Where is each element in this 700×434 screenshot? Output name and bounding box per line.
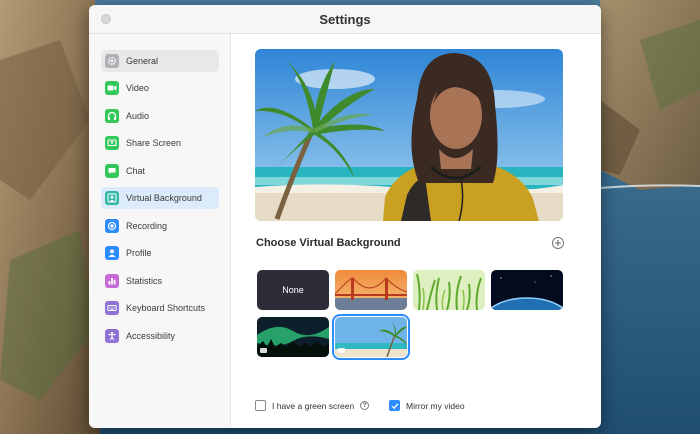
sidebar-item-chat[interactable]: Chat	[101, 160, 219, 182]
sidebar-item-label: Statistics	[126, 276, 163, 286]
background-golden-gate[interactable]	[335, 270, 407, 310]
green-screen-label: I have a green screen	[272, 400, 355, 411]
sidebar-item-keyboard-shortcuts[interactable]: Keyboard Shortcuts	[101, 297, 219, 319]
keyboard-icon	[105, 301, 119, 315]
green-screen-checkbox[interactable]: I have a green screen ?	[255, 400, 370, 411]
sidebar-item-accessibility[interactable]: Accessibility	[101, 325, 219, 347]
background-aurora[interactable]	[257, 317, 329, 357]
sidebar-item-profile[interactable]: Profile	[101, 242, 219, 264]
mirror-video-checkbox[interactable]: Mirror my video	[389, 400, 465, 411]
accessibility-icon	[105, 329, 119, 343]
background-grass[interactable]	[413, 270, 485, 310]
mirror-video-label: Mirror my video	[406, 400, 465, 411]
record-icon	[105, 219, 119, 233]
sidebar-item-label: Recording	[126, 221, 168, 231]
virtual-background-panel: Choose Virtual Background None I have a …	[231, 34, 601, 428]
background-none[interactable]: None	[257, 270, 329, 310]
title-bar: Settings	[89, 5, 601, 34]
window-title: Settings	[319, 12, 371, 27]
background-earth[interactable]	[491, 270, 563, 310]
help-icon[interactable]: ?	[360, 401, 370, 410]
sidebar-item-virtual-background[interactable]: Virtual Background	[101, 187, 219, 209]
chat-icon	[105, 164, 119, 178]
share-screen-icon	[105, 136, 119, 150]
sidebar-item-general[interactable]: General	[101, 50, 219, 72]
sidebar-item-label: Keyboard Shortcuts	[126, 303, 206, 313]
plus-icon	[555, 240, 561, 246]
sidebar-item-label: Virtual Background	[126, 193, 202, 203]
camera-icon	[105, 81, 119, 95]
profile-icon	[105, 246, 119, 260]
sidebar-item-label: Accessibility	[126, 331, 176, 341]
person-icon	[105, 191, 119, 205]
sidebar-item-label: Video	[126, 83, 149, 93]
headphones-icon	[105, 109, 119, 123]
background-none-label: None	[282, 285, 304, 295]
sidebar-item-recording[interactable]: Recording	[101, 215, 219, 237]
video-preview	[255, 49, 563, 221]
section-title: Choose Virtual Background	[256, 237, 401, 249]
add-background-button[interactable]	[552, 237, 564, 249]
sidebar-item-label: Profile	[126, 248, 152, 258]
sidebar-item-label: Audio	[126, 111, 150, 121]
settings-sidebar: General Video Audio Share Screen Chat Vi…	[89, 34, 231, 428]
sidebar-item-label: Chat	[126, 166, 146, 176]
sidebar-item-audio[interactable]: Audio	[101, 105, 219, 127]
settings-window: Settings General Video Audio Share Scree…	[89, 5, 601, 428]
gear-icon	[105, 54, 119, 68]
sidebar-item-label: Share Screen	[126, 138, 182, 148]
checkbox-box[interactable]	[255, 400, 266, 411]
sidebar-item-label: General	[126, 56, 159, 66]
sidebar-item-video[interactable]: Video	[101, 77, 219, 99]
checkmark-icon	[391, 402, 398, 409]
background-beach[interactable]	[332, 314, 410, 360]
sidebar-item-share-screen[interactable]: Share Screen	[101, 132, 219, 154]
sidebar-item-statistics[interactable]: Statistics	[101, 270, 219, 292]
checkbox-box[interactable]	[389, 400, 400, 411]
bar-chart-icon	[105, 274, 119, 288]
